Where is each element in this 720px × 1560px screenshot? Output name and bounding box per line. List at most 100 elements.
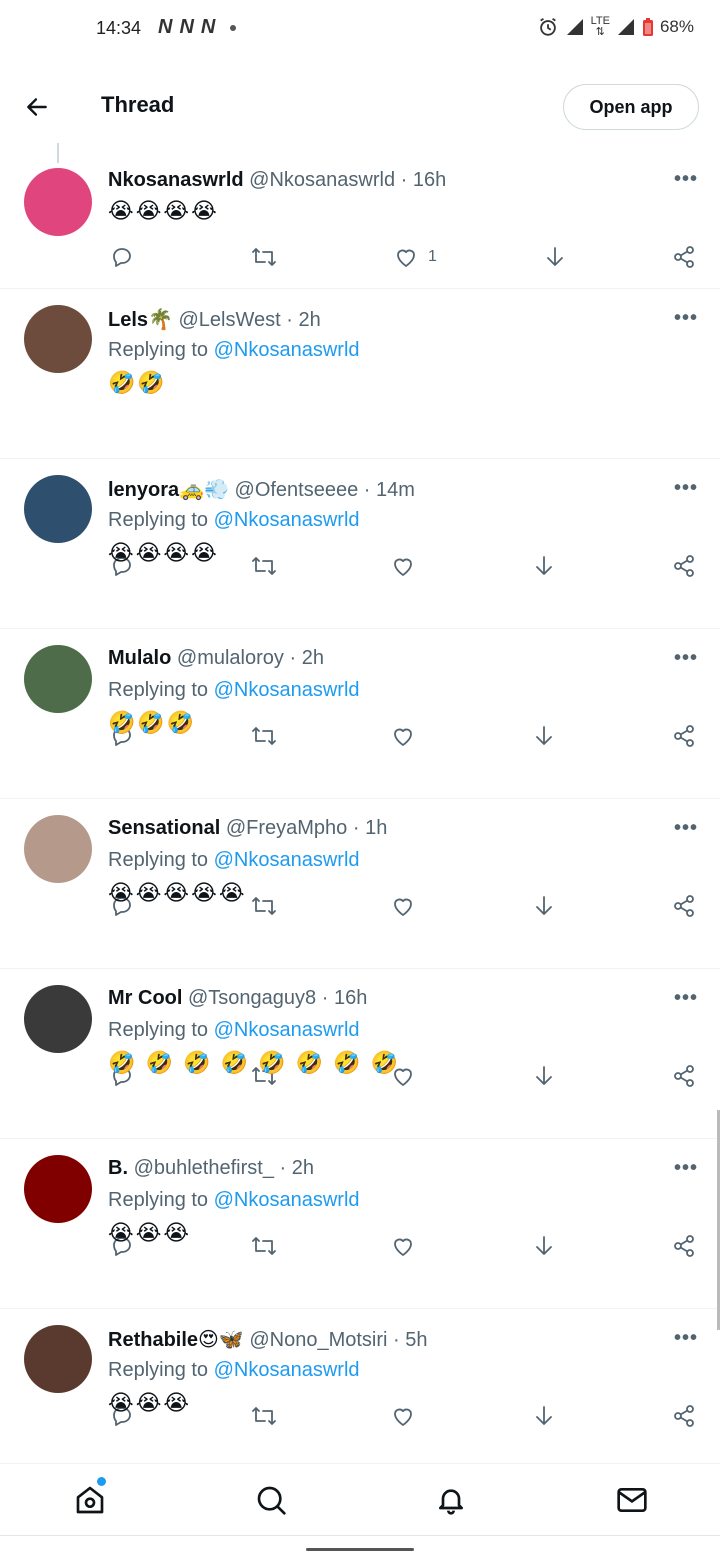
author-handle[interactable]: @mulaloroy: [177, 647, 284, 669]
tweet[interactable]: B. @buhlethefirst_ · 2h ••• Replying to …: [0, 1139, 720, 1427]
tweet-time: 5h: [405, 1329, 428, 1351]
replying-to-mention[interactable]: @Nkosanaswrld: [214, 1189, 360, 1211]
reply-button[interactable]: [110, 245, 134, 269]
more-options-button[interactable]: •••: [674, 1157, 698, 1180]
share-icon: [674, 246, 694, 268]
author-handle[interactable]: @LelsWest: [178, 309, 280, 331]
tab-search[interactable]: [253, 1482, 289, 1518]
author-handle[interactable]: @Nkosanaswrld: [249, 169, 395, 191]
arrow-left-icon: [27, 98, 47, 116]
tab-notifications[interactable]: [433, 1482, 469, 1518]
messages-icon: [617, 1488, 647, 1512]
replying-to: Replying to @Nkosanaswrld: [108, 339, 360, 362]
reply-icon: [113, 248, 131, 267]
author-name[interactable]: Rethabile😍🦋: [108, 1329, 244, 1351]
more-options-button[interactable]: •••: [674, 168, 698, 191]
tweet[interactable]: Mulalo @mulaloroy · 2h ••• Replying to @…: [0, 629, 720, 917]
avatar[interactable]: [24, 645, 92, 713]
notification-icons: N N N: [158, 16, 237, 39]
author-name[interactable]: Mulalo: [108, 647, 171, 669]
retweet-button[interactable]: [250, 245, 278, 269]
tweet-text: 😭😭😭😭😭: [108, 880, 247, 905]
author-name[interactable]: Lels🌴: [108, 309, 173, 331]
replying-to: Replying to @Nkosanaswrld: [108, 509, 360, 532]
avatar[interactable]: [24, 1155, 92, 1223]
tweet-time: 2h: [298, 309, 321, 331]
replying-to-mention[interactable]: @Nkosanaswrld: [214, 1359, 360, 1381]
replying-to-mention[interactable]: @Nkosanaswrld: [214, 1019, 360, 1041]
battery-percent: 68%: [659, 17, 694, 36]
tweet[interactable]: Lels🌴 @LelsWest · 2h ••• Replying to @Nk…: [0, 289, 720, 577]
replying-to-label: Replying to: [108, 849, 209, 871]
author-handle[interactable]: @FreyaMpho: [226, 817, 347, 839]
separator-dot: ·: [321, 987, 334, 1009]
status-right: LTE ⇅ 68%: [537, 16, 694, 38]
author-handle[interactable]: @Ofentseeee: [235, 479, 359, 501]
more-options-button[interactable]: •••: [674, 1327, 698, 1350]
avatar[interactable]: [24, 168, 92, 236]
tab-bar-bottom-border: [0, 1535, 720, 1536]
replying-to: Replying to @Nkosanaswrld: [108, 1189, 360, 1212]
signal-icon: [566, 19, 583, 35]
author-handle[interactable]: @Nono_Motsiri: [249, 1329, 387, 1351]
avatar[interactable]: [24, 815, 92, 883]
tweet-time: 2h: [301, 647, 324, 669]
replying-to-mention[interactable]: @Nkosanaswrld: [214, 679, 360, 701]
open-app-button[interactable]: Open app: [563, 84, 699, 130]
tweet[interactable]: Sensational @FreyaMpho · 1h ••• Replying…: [0, 799, 720, 1087]
share-button[interactable]: [672, 245, 696, 269]
more-options-button[interactable]: •••: [674, 817, 698, 840]
download-button[interactable]: [543, 245, 567, 269]
author-name[interactable]: lenyora🚕💨: [108, 479, 229, 501]
more-options-button[interactable]: •••: [674, 307, 698, 330]
tab-messages[interactable]: [614, 1482, 650, 1518]
more-options-button[interactable]: •••: [674, 477, 698, 500]
replying-to-mention[interactable]: @Nkosanaswrld: [214, 509, 360, 531]
thread-header: Thread Open app: [0, 62, 720, 148]
netflix-notification-icon: N: [179, 16, 193, 38]
replying-to: Replying to @Nkosanaswrld: [108, 849, 360, 872]
avatar[interactable]: [24, 1325, 92, 1393]
avatar[interactable]: [24, 985, 92, 1053]
replying-to-mention[interactable]: @Nkosanaswrld: [214, 339, 360, 361]
replying-to-label: Replying to: [108, 1359, 209, 1381]
tweet-header: Rethabile😍🦋 @Nono_Motsiri · 5h: [108, 1327, 428, 1352]
system-home-indicator[interactable]: [306, 1548, 414, 1551]
author-handle[interactable]: @Tsongaguy8: [188, 987, 316, 1009]
replying-to: Replying to @Nkosanaswrld: [108, 679, 360, 702]
tweet[interactable]: Mr Cool @Tsongaguy8 · 16h ••• Replying t…: [0, 969, 720, 1257]
alarm-icon: [539, 17, 556, 36]
tweet-header: Mr Cool @Tsongaguy8 · 16h: [108, 987, 367, 1010]
author-name[interactable]: Mr Cool: [108, 987, 182, 1009]
separator-dot: ·: [279, 1157, 292, 1179]
separator-dot: ·: [286, 309, 299, 331]
tweet-time: 2h: [291, 1157, 314, 1179]
separator-dot: ·: [393, 1329, 406, 1351]
avatar[interactable]: [24, 475, 92, 543]
tweet-list: Nkosanaswrld @Nkosanaswrld · 16h ••• 😭😭😭…: [0, 150, 720, 1463]
like-count: 1: [428, 248, 437, 265]
separator-dot: ·: [352, 817, 366, 839]
more-options-button[interactable]: •••: [674, 647, 698, 670]
back-button[interactable]: [20, 90, 54, 124]
page-title: Thread: [101, 92, 175, 117]
author-name[interactable]: Sensational: [108, 817, 220, 839]
tweet[interactable]: Nkosanaswrld @Nkosanaswrld · 16h ••• 😭😭😭…: [0, 150, 720, 289]
home-notification-dot: [97, 1477, 106, 1486]
replying-to-mention[interactable]: @Nkosanaswrld: [214, 849, 360, 871]
tab-home[interactable]: [72, 1482, 108, 1518]
home-icon: [76, 1486, 104, 1514]
author-name[interactable]: B.: [108, 1157, 128, 1179]
lte-indicator: LTE ⇅: [590, 15, 610, 38]
tweet[interactable]: lenyora🚕💨 @Ofentseeee · 14m ••• Replying…: [0, 459, 720, 747]
avatar[interactable]: [24, 305, 92, 373]
replying-to: Replying to @Nkosanaswrld: [108, 1019, 360, 1042]
tweet[interactable]: Rethabile😍🦋 @Nono_Motsiri · 5h ••• Reply…: [0, 1309, 720, 1463]
more-options-button[interactable]: •••: [674, 987, 698, 1010]
author-handle[interactable]: @buhlethefirst_: [134, 1157, 274, 1179]
separator-dot: ·: [363, 479, 377, 501]
tweet-header: Nkosanaswrld @Nkosanaswrld · 16h: [108, 169, 446, 192]
separator-dot: ·: [289, 647, 302, 669]
like-button[interactable]: 1: [394, 245, 437, 269]
author-name[interactable]: Nkosanaswrld: [108, 169, 244, 191]
